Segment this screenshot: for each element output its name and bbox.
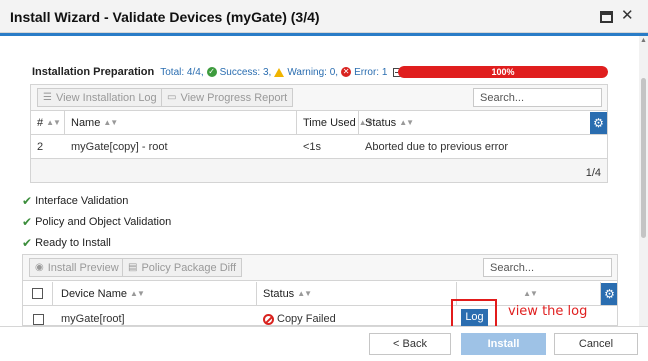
select-all-checkbox[interactable] [32,288,43,299]
view-installation-log-label: View Installation Log [55,91,157,104]
failed-ban-icon [263,313,274,325]
check-label: Interface Validation [35,195,129,207]
error-x-icon: ✕ [341,67,352,77]
column-header-time-used[interactable]: Time Used ▲▼ [297,111,374,134]
column-header-number[interactable]: # ▲▼ [31,111,65,134]
preparation-search-input[interactable] [473,88,602,107]
scroll-up-icon[interactable]: ▲ [640,37,647,44]
check-icon: ✔ [22,194,33,208]
check-icon: ✔ [22,215,33,229]
preparation-toolbar: ☰ View Installation Log ▭ View Progress … [31,85,607,111]
prep-stats: Total: 4/4, ✓ Success: 3, Warning: 0, ✕ … [160,67,387,78]
error-count: Error: 1 [354,66,388,78]
column-header-name-label: Name [71,116,101,129]
column-header-status-label: Status [365,116,397,129]
preparation-table-header: # ▲▼ Name ▲▼ Time Used ▲▼ Status ▲▼ ⚙ [31,111,607,135]
check-icon: ✔ [22,236,33,250]
column-header-status[interactable]: Status ▲▼ [257,282,457,305]
log-list-icon: ☰ [43,92,52,103]
install-preview-button[interactable]: ◉ Install Preview [29,258,125,277]
check-ready-to-install: ✔ Ready to Install [22,236,111,250]
row-number: 2 [37,141,44,153]
annotation-text: view the log [508,304,588,319]
row-device-name: myGate[root] [61,313,125,325]
row-status: Aborted due to previous error [365,141,509,153]
device-search-input[interactable] [483,258,612,277]
installation-preparation-summary: Installation Preparation Total: 4/4, ✓ S… [32,65,403,79]
column-header-number-label: # [37,116,44,129]
row-status: Copy Failed [277,313,336,325]
row-name: myGate[copy] - root [71,141,168,153]
sort-icon: ▲▼ [103,118,118,127]
success-check-icon: ✓ [206,67,217,77]
column-header-device-name-label: Device Name [61,287,128,300]
sort-icon: ▲▼ [297,289,312,298]
window-title: Install Wizard - Validate Devices (myGat… [10,9,320,25]
warning-icon [274,67,285,77]
install-button[interactable]: Install [461,333,546,355]
column-header-status-label: Status [263,287,295,300]
device-toolbar: ◉ Install Preview ▤ Policy Package Diff [23,255,617,281]
row-checkbox-cell [23,307,53,325]
title-bar: Install Wizard - Validate Devices (myGat… [0,0,648,33]
title-accent-line [0,33,648,36]
installation-progress-bar: 100% [398,66,608,78]
row-checkbox[interactable] [32,313,44,325]
cancel-button[interactable]: Cancel [554,333,638,355]
policy-package-diff-button[interactable]: ▤ Policy Package Diff [122,258,243,277]
row-status-cell: Copy Failed [257,307,336,325]
check-label: Policy and Object Validation [35,216,172,228]
pager-count: 1/4 [585,167,601,179]
table-pager: 1/4 [31,158,607,182]
policy-package-diff-label: Policy Package Diff [141,261,237,274]
column-header-status[interactable]: Status ▲▼ [359,111,589,134]
view-progress-report-label: View Progress Report [180,91,288,104]
success-count: Success: 3, [219,66,272,78]
view-installation-log-button[interactable]: ☰ View Installation Log [37,88,163,107]
progress-label: 100% [491,67,515,77]
check-label: Ready to Install [35,237,111,249]
maximize-icon[interactable] [600,11,613,23]
back-button[interactable]: < Back [369,333,451,355]
check-interface-validation: ✔ Interface Validation [22,194,128,208]
sort-icon: ▲▼ [46,118,61,127]
sort-icon: ▲▼ [130,289,145,298]
warning-count: Warning: 0, [287,66,339,78]
column-header-name[interactable]: Name ▲▼ [65,111,297,134]
device-table-header: Device Name ▲▼ Status ▲▼ ▲▼ ⚙ [23,282,617,306]
sort-icon: ▲▼ [399,118,414,127]
view-progress-report-button[interactable]: ▭ View Progress Report [161,88,294,107]
install-preview-label: Install Preview [47,261,119,274]
column-header-time-used-label: Time Used [303,116,356,129]
total-count: Total: 4/4, [160,66,204,78]
installation-preparation-panel: ☰ View Installation Log ▭ View Progress … [30,84,608,183]
diff-icon: ▤ [128,262,138,273]
column-settings-gear-icon[interactable]: ⚙ [601,283,617,305]
row-time-used: <1s [303,141,322,153]
sort-icon: ▲▼ [523,289,538,298]
column-settings-gear-icon[interactable]: ⚙ [590,112,607,134]
close-icon[interactable]: ✕ [621,8,635,23]
check-policy-object-validation: ✔ Policy and Object Validation [22,215,171,229]
eye-icon: ◉ [35,262,44,273]
scrollbar-thumb[interactable] [641,78,646,238]
installation-preparation-title: Installation Preparation [32,66,155,78]
column-header-device-name[interactable]: Device Name ▲▼ [53,282,257,305]
table-row[interactable]: 2 myGate[copy] - root <1s Aborted due to… [31,135,607,159]
wizard-footer: < Back Install Cancel [0,326,648,361]
vertical-scrollbar[interactable] [639,36,648,326]
monitor-icon: ▭ [167,92,177,103]
select-all-cell [23,282,53,305]
